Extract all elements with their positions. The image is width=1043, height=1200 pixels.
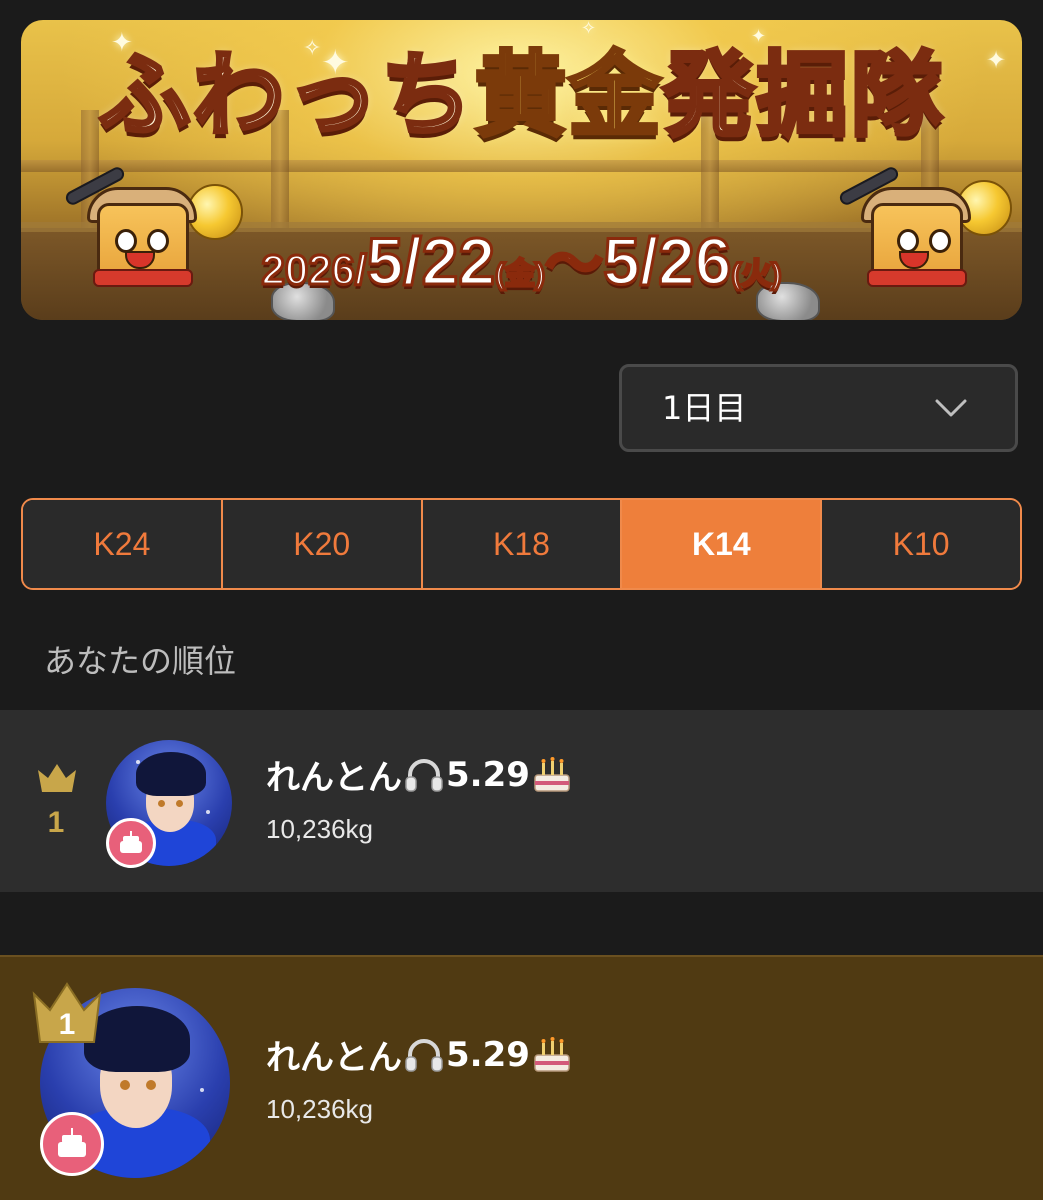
birthday-badge-icon [40, 1112, 104, 1176]
headphones-icon [405, 1038, 443, 1072]
tab-k14[interactable]: K14 [620, 500, 821, 588]
tab-k20[interactable]: K20 [220, 500, 421, 588]
username-suffix: 5.29 [446, 1034, 530, 1075]
date-end-dow: (火) [730, 258, 783, 291]
headphones-icon [405, 758, 443, 792]
rank-number: 1 [58, 1008, 76, 1041]
tab-k18[interactable]: K18 [420, 500, 621, 588]
crown-icon [38, 764, 76, 792]
banner-title-part2: 黄金 [472, 42, 663, 149]
mine-rail [21, 160, 1022, 172]
date-start-year: 2026/ [260, 246, 368, 293]
my-rank-username: れんとん 5.29 [266, 750, 574, 799]
ranking-page: ✦ ✧ ✦ ✦ ✦ ✧ ふわっち黄金発掘隊 2026/5/22(金)〜5/26(… [0, 0, 1043, 1200]
my-rank-number: 1 [47, 806, 65, 839]
day-dropdown[interactable]: 1日目 [619, 364, 1018, 452]
my-rank-heading: あなたの順位 [44, 642, 237, 680]
chevron-down-icon [935, 399, 967, 417]
tab-k10[interactable]: K10 [820, 500, 1020, 588]
event-banner: ✦ ✧ ✦ ✦ ✦ ✧ ふわっち黄金発掘隊 2026/5/22(金)〜5/26(… [21, 20, 1022, 320]
my-rank-score: 10,236kg [266, 814, 373, 844]
birthday-badge-icon [106, 818, 156, 868]
birthday-cake-icon [534, 756, 570, 792]
ranking-username: れんとん 5.29 [266, 1030, 574, 1079]
event-dates: 2026/5/22(金)〜5/26(火) [21, 227, 1022, 297]
birthday-cake-icon [534, 1036, 570, 1072]
tab-k24[interactable]: K24 [23, 500, 221, 588]
banner-title: ふわっち黄金発掘隊 [21, 48, 1022, 144]
username-text: れんとん [266, 758, 402, 798]
date-start-dow: (金) [494, 258, 547, 291]
ranking-score: 10,236kg [266, 1094, 373, 1124]
date-start: 5/22 [365, 224, 496, 298]
username-suffix: 5.29 [446, 754, 530, 795]
banner-title-part1: ふわっち [96, 42, 475, 149]
sparkle-icon: ✧ [581, 20, 597, 39]
karat-tabs: K24 K20 K18 K14 K10 [21, 498, 1022, 590]
date-end: 5/26 [602, 224, 733, 298]
username-text: れんとん [266, 1038, 402, 1078]
banner-title-part3: 発掘隊 [660, 42, 945, 149]
date-separator: 〜 [544, 232, 605, 297]
day-dropdown-value: 1日目 [662, 389, 747, 427]
